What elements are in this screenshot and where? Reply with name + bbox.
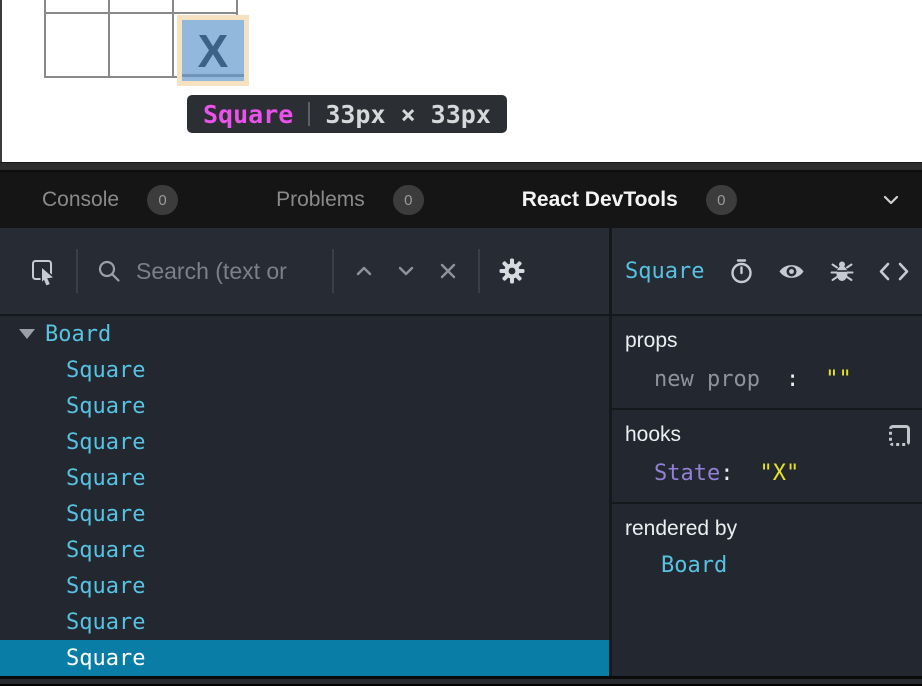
prop-value[interactable]: "" — [825, 367, 852, 392]
prop-row: new prop : "" — [612, 367, 922, 392]
tree-row-square[interactable]: Square — [0, 352, 609, 388]
hooks-section-title: hooks — [625, 423, 681, 447]
board-cell[interactable] — [173, 0, 237, 13]
props-section-title: props — [625, 329, 678, 353]
inspect-tooltip: Square 33px × 33px — [187, 95, 507, 133]
tooltip-dimensions: 33px × 33px — [325, 100, 491, 129]
tab-problems[interactable]: Problems 0 — [276, 185, 424, 215]
tree-row-square[interactable]: Square — [0, 388, 609, 424]
react-devtools-window: X Square 33px × 33px Console 0 Problems … — [0, 0, 922, 686]
dock-resize-handle[interactable] — [0, 162, 922, 172]
react-devtools-panel: Board Square Square Square Square Square… — [0, 228, 922, 676]
rendered-by-board-link[interactable]: Board — [661, 553, 727, 578]
tree-row-square[interactable]: Square — [0, 604, 609, 640]
inspect-element-icon[interactable] — [28, 256, 58, 286]
toolbar-divider — [332, 249, 334, 293]
tree-toolbar — [0, 228, 609, 316]
hook-row: State : "X" — [612, 461, 922, 486]
inspect-highlight-overlay: X — [177, 15, 249, 86]
parse-hook-names-icon[interactable] — [889, 425, 910, 446]
toolbar-divider — [76, 249, 78, 293]
settings-gear-icon[interactable] — [498, 257, 526, 285]
tooltip-divider — [308, 102, 310, 126]
inspector-header: Square — [612, 228, 922, 316]
rendered-by-item: Board — [612, 553, 922, 578]
search-input[interactable] — [136, 258, 314, 285]
expand-triangle-icon[interactable] — [19, 329, 35, 339]
inspected-page: X Square 33px × 33px — [0, 0, 922, 162]
tooltip-component-name: Square — [203, 100, 293, 129]
hooks-section: hooks State : "X" — [612, 410, 922, 504]
window-bottom-edge — [0, 676, 922, 686]
board-cell[interactable] — [45, 13, 109, 77]
selected-component-name: Square — [625, 259, 704, 284]
board-cell-value: X — [198, 28, 229, 74]
props-section: props new prop : "" — [612, 316, 922, 410]
tab-react-devtools[interactable]: React DevTools 0 — [522, 185, 737, 215]
components-tree-panel: Board Square Square Square Square Square… — [0, 228, 612, 676]
problems-count-badge: 0 — [393, 185, 424, 215]
board-cell[interactable] — [109, 0, 173, 13]
hook-name: State — [654, 461, 720, 486]
rendered-by-section: rendered by Board — [612, 504, 922, 676]
console-count-badge: 0 — [147, 185, 178, 215]
tree-row-square[interactable]: Square — [0, 424, 609, 460]
search-icon — [96, 258, 122, 284]
view-source-code-icon[interactable] — [878, 258, 910, 285]
new-prop-input[interactable]: new prop — [654, 367, 760, 392]
previous-result-icon[interactable] — [352, 259, 376, 283]
hook-value[interactable]: "X" — [759, 461, 799, 486]
profiler-timer-icon[interactable] — [728, 258, 755, 285]
tree-row-square[interactable]: Square — [0, 532, 609, 568]
tree-row-board[interactable]: Board — [0, 316, 609, 352]
clear-search-icon[interactable] — [436, 259, 460, 283]
board-cell[interactable] — [45, 0, 109, 13]
component-tree: Board Square Square Square Square Square… — [0, 316, 609, 676]
tree-row-square-selected[interactable]: Square — [0, 640, 609, 676]
tree-row-square[interactable]: Square — [0, 568, 609, 604]
chevron-down-icon[interactable] — [878, 187, 904, 213]
tab-console[interactable]: Console 0 — [42, 185, 178, 215]
board-cell[interactable] — [109, 13, 173, 77]
inspect-dom-eye-icon[interactable] — [777, 258, 806, 285]
devtools-tab-bar: Console 0 Problems 0 React DevTools 0 — [0, 172, 922, 228]
next-result-icon[interactable] — [394, 259, 418, 283]
tree-row-square[interactable]: Square — [0, 496, 609, 532]
react-devtools-count-badge: 0 — [706, 185, 737, 215]
tree-row-square[interactable]: Square — [0, 460, 609, 496]
rendered-by-title: rendered by — [625, 517, 737, 541]
toolbar-divider — [478, 249, 480, 293]
debug-bug-icon[interactable] — [828, 258, 856, 285]
component-inspector-panel: Square — [612, 228, 922, 676]
